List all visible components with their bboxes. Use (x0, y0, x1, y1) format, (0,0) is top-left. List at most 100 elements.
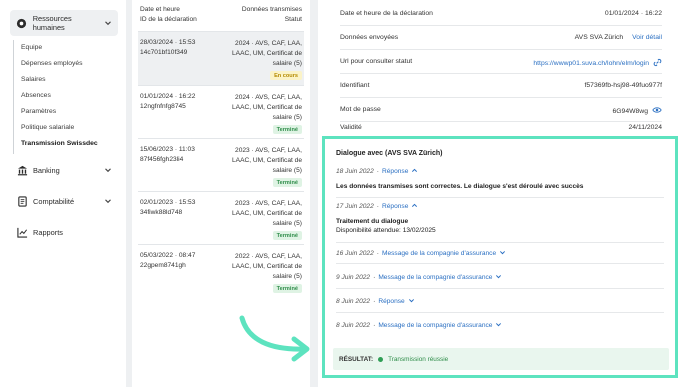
entry-toggle[interactable]: Réponse (382, 203, 408, 210)
dialogue-title: Dialogue avec (AVS SVA Zürich) (336, 150, 443, 157)
sub-item-politique[interactable]: Politique salariale (21, 124, 74, 131)
nav-label: Rapports (33, 227, 63, 237)
row-date: 05/03/2022 · 08:47 (140, 252, 196, 259)
eye-icon[interactable] (652, 106, 662, 116)
chevron-down-icon (104, 166, 112, 174)
field-value-group: AVS SVA Zürich Voir détail (575, 34, 662, 41)
nav-label: Banking (33, 165, 60, 175)
bank-icon (16, 164, 28, 176)
dialogue-entry: 16 Juin 2022 · Message de la compagnie d… (336, 249, 664, 258)
field-value: 6G94W8wg (612, 107, 648, 115)
divider (336, 263, 664, 264)
voir-detail-link[interactable]: Voir détail (632, 34, 662, 41)
entry-date: 8 Juin 2022 (336, 298, 371, 305)
separator-dot: · (376, 250, 379, 257)
result-label: RÉSULTAT: (339, 355, 374, 363)
dialogue-panel: Dialogue avec (AVS SVA Zürich) 18 Juin 2… (322, 136, 678, 378)
field-label: Mot de passe (340, 106, 381, 113)
table-row[interactable]: 15/06/2023 · 11:03 87f456fgh23li4 2023 ·… (138, 138, 304, 191)
ledger-icon (16, 195, 28, 207)
status-badge: Terminé (272, 284, 302, 293)
dialogue-entry: 8 Juin 2022 · Réponse (336, 297, 664, 306)
nav-comptabilite[interactable]: Comptabilité (10, 194, 118, 208)
field-label: Url pour consulter statut (340, 58, 413, 65)
status-badge: Terminé (272, 178, 302, 187)
entry-toggle[interactable]: Message de la compagnie d'assurance (378, 274, 492, 281)
field-date: Date et heure de la déclaration 01/01/20… (340, 2, 662, 26)
row-desc: 2024 · AVS, CAF, LAA, LAAC, UM, Certific… (232, 40, 302, 67)
row-desc: 2022 · AVS, CAF, LAA, LAAC, UM, Certific… (232, 253, 302, 280)
entry-toggle[interactable]: Message de la compagnie d'assurance (378, 322, 492, 329)
status-badge: En cours (270, 71, 302, 80)
table-row[interactable]: 01/01/2024 · 16:22 12ngfnfnfg8745 2024 ·… (138, 85, 304, 138)
dialogue-entry: 17 Juin 2022 · Réponse Traitement du dia… (336, 202, 664, 234)
divider (336, 288, 664, 289)
divider (336, 312, 664, 313)
col-data: Données transmises (241, 6, 302, 13)
chevron-up-icon[interactable] (411, 167, 418, 176)
nav-label: Ressources humaines (32, 14, 72, 32)
chevron-down-icon[interactable] (408, 297, 415, 306)
chevron-down-icon[interactable] (495, 321, 502, 330)
entry-toggle[interactable]: Réponse (378, 298, 404, 305)
table-row[interactable]: 05/03/2022 · 08:47 22gpem8741gh 2022 · A… (138, 244, 304, 297)
field-value: f57369fb-hsj98-49fuo977f (584, 82, 662, 89)
field-value-group: 6G94W8wg (612, 106, 662, 116)
chart-line-icon (16, 226, 28, 238)
entry-body: Traitement du dialogue (336, 218, 409, 225)
dialogue-entry: 8 Juin 2022 · Message de la compagnie d'… (336, 321, 664, 330)
row-date: 28/03/2024 · 15:53 (140, 39, 196, 46)
divider (336, 242, 664, 243)
field-label: Identifiant (340, 82, 370, 89)
nav-ressources-humaines[interactable]: Ressources humaines (10, 10, 118, 36)
sub-item-depenses[interactable]: Dépenses employés (21, 60, 83, 67)
field-value: 24/11/2024 (628, 124, 662, 131)
field-value-group: https://wwwp01.suva.ch/lohn/elm/login (533, 58, 662, 69)
col-id: ID de la déclaration (140, 16, 197, 23)
field-value: 01/01/2024 · 16:22 (604, 10, 662, 17)
dialogue-entry: 18 Juin 2022 · Réponse Les données trans… (336, 167, 664, 190)
row-id: 87f456fgh23li4 (140, 156, 184, 163)
entry-toggle[interactable]: Réponse (382, 168, 408, 175)
separator-dot: · (376, 203, 379, 210)
link-icon[interactable] (653, 58, 662, 69)
sub-item-equipe[interactable]: Equipe (21, 44, 42, 51)
row-id: 12ngfnfnfg8745 (140, 103, 186, 110)
table-row[interactable]: 28/03/2024 · 15:53 14c701bf10f349 2024 ·… (138, 31, 304, 85)
nav-rapports[interactable]: Rapports (10, 225, 118, 239)
divider (336, 197, 664, 198)
col-status: Statut (284, 16, 302, 23)
separator-dot: · (373, 298, 376, 305)
sub-item-parametres[interactable]: Paramètres (21, 108, 56, 115)
chevron-down-icon[interactable] (495, 273, 502, 282)
chevron-up-icon[interactable] (411, 202, 418, 211)
chevron-down-icon (104, 197, 112, 205)
chevron-down-icon[interactable] (499, 249, 506, 258)
nav-label: Comptabilité (33, 196, 75, 206)
entry-date: 9 Juin 2022 (336, 274, 371, 281)
users-gear-icon (16, 17, 28, 29)
sub-item-transmission[interactable]: Transmission Swissdec (21, 140, 98, 147)
row-date: 01/01/2024 · 16:22 (140, 93, 196, 100)
entry-date: 16 Juin 2022 (336, 250, 374, 257)
table-row[interactable]: 02/01/2023 · 15:53 34fiwk88ld748 2023 · … (138, 191, 304, 244)
row-desc: 2023 · AVS, CAF, LAA, LAAC, UM, Certific… (232, 200, 302, 227)
status-badge: Terminé (272, 231, 302, 240)
sub-item-salaires[interactable]: Salaires (21, 76, 46, 83)
field-donnees: Données envoyées AVS SVA Zürich Voir dét… (340, 26, 662, 50)
separator-dot: · (373, 322, 376, 329)
row-desc: 2024 · AVS, CAF, LAA, LAAC, UM, Certific… (232, 94, 302, 121)
field-label: Date et heure de la déclaration (340, 10, 433, 17)
row-id: 34fiwk88ld748 (140, 209, 183, 216)
success-dot-icon (378, 356, 384, 362)
sub-item-absences[interactable]: Absences (21, 92, 51, 99)
result-value: Transmission réussie (388, 355, 449, 363)
field-label: Validité (340, 124, 362, 131)
nav-banking[interactable]: Banking (10, 163, 118, 177)
status-url-link[interactable]: https://wwwp01.suva.ch/lohn/elm/login (533, 60, 649, 67)
entry-date: 8 Juin 2022 (336, 322, 371, 329)
dialogue-entry: 9 Juin 2022 · Message de la compagnie d'… (336, 273, 664, 282)
row-id: 22gpem8741gh (140, 262, 186, 269)
entry-toggle[interactable]: Message de la compagnie d'assurance (382, 250, 496, 257)
entry-date: 17 Juin 2022 (336, 203, 374, 210)
